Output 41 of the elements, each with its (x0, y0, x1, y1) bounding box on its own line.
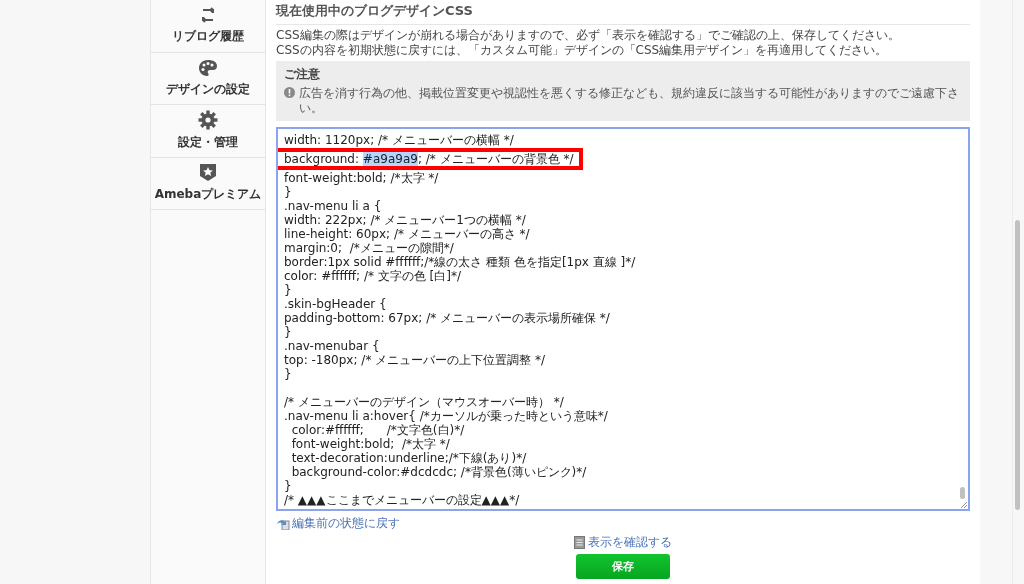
caution-text: 広告を消す行為の他、掲載位置変更や視認性を悪くする修正なども、規約違反に該当する可能性がありますのでご遠慮下さい。 (299, 86, 960, 116)
code-line: border:1px solid #ffffff;/*線の太さ 種類 色を指定[1px 直線 ]*/ (284, 255, 636, 269)
document-icon (574, 536, 585, 549)
code-line: top: -180px; /* メニューバーの上下位置調整 */ (284, 353, 546, 367)
code-line: /* ▲▲▲ここまでメニューバーの設定▲▲▲*/ (284, 493, 520, 507)
code-line: color:#ffffff; /*文字色(白)*/ (290, 423, 465, 437)
code-line: width: 1120px; /* メニューバーの横幅 */ (284, 133, 514, 147)
code-line: .nav-menu li a { (284, 199, 382, 213)
undo-document-icon (276, 517, 290, 530)
settings-icon (198, 110, 218, 131)
code-line: line-height: 60px; /* メニューバーの高さ */ (284, 227, 530, 241)
code-line: /* メニューバーのデザイン（マウスオーバー時） */ (284, 395, 564, 409)
code-line: text-decoration:underline;/*下線(あり)*/ (290, 451, 527, 465)
notice-text: CSS編集の際はデザインが崩れる場合がありますので、必ず「表示を確認する」でご確認の上、保存してください。 (276, 28, 901, 43)
preview-link[interactable]: 表示を確認する (588, 534, 672, 551)
code-line: background-color:#dcdcdc; /*背景色(薄いピンク)*/ (290, 465, 587, 479)
caution-title: ご注意 (284, 66, 321, 83)
section-title: 現在使用中のブログデザインCSS (276, 0, 970, 25)
code-line: width: 222px; /* メニューバー1つの横幅 */ (284, 213, 526, 227)
code-line: } (284, 479, 292, 493)
repeat-icon (199, 6, 217, 25)
code-line: background: #a9a9a9; /* メニューバーの背景色 */ (284, 152, 574, 166)
code-line: font-weight:bold; /*太字 */ (290, 437, 450, 451)
resize-grip-icon[interactable] (960, 501, 967, 508)
css-editor-field[interactable] (276, 127, 970, 511)
reset-link[interactable]: 編集前の状態に戻す (292, 515, 400, 532)
code-line: .skin-bgHeader { (284, 297, 387, 311)
code-line: } (284, 367, 292, 381)
code-line: .nav-menubar { (284, 339, 380, 353)
code-line: font-weight:bold; /*太字 */ (284, 171, 439, 185)
code-line: } (284, 185, 292, 199)
code-line: } (284, 283, 292, 297)
code-line: } (284, 325, 292, 339)
star-badge-icon (199, 163, 217, 183)
palette-icon (198, 58, 218, 77)
info-icon (284, 87, 295, 98)
code-line: color: #ffffff; /* 文字の色 [白]*/ (284, 269, 461, 283)
notice-text: CSSの内容を初期状態に戻すには、「カスタム可能」デザインの「CSS編集用デザイン」を再適用してください。 (276, 43, 889, 58)
code-line: .nav-menu li a:hover{ /*カーソルが乗った時という意味*/ (284, 409, 608, 423)
code-line: padding-bottom: 67px; /* メニューバーの表示場所確保 */ (284, 311, 610, 325)
code-line: margin:0; /*メニューの隙間*/ (284, 241, 454, 255)
